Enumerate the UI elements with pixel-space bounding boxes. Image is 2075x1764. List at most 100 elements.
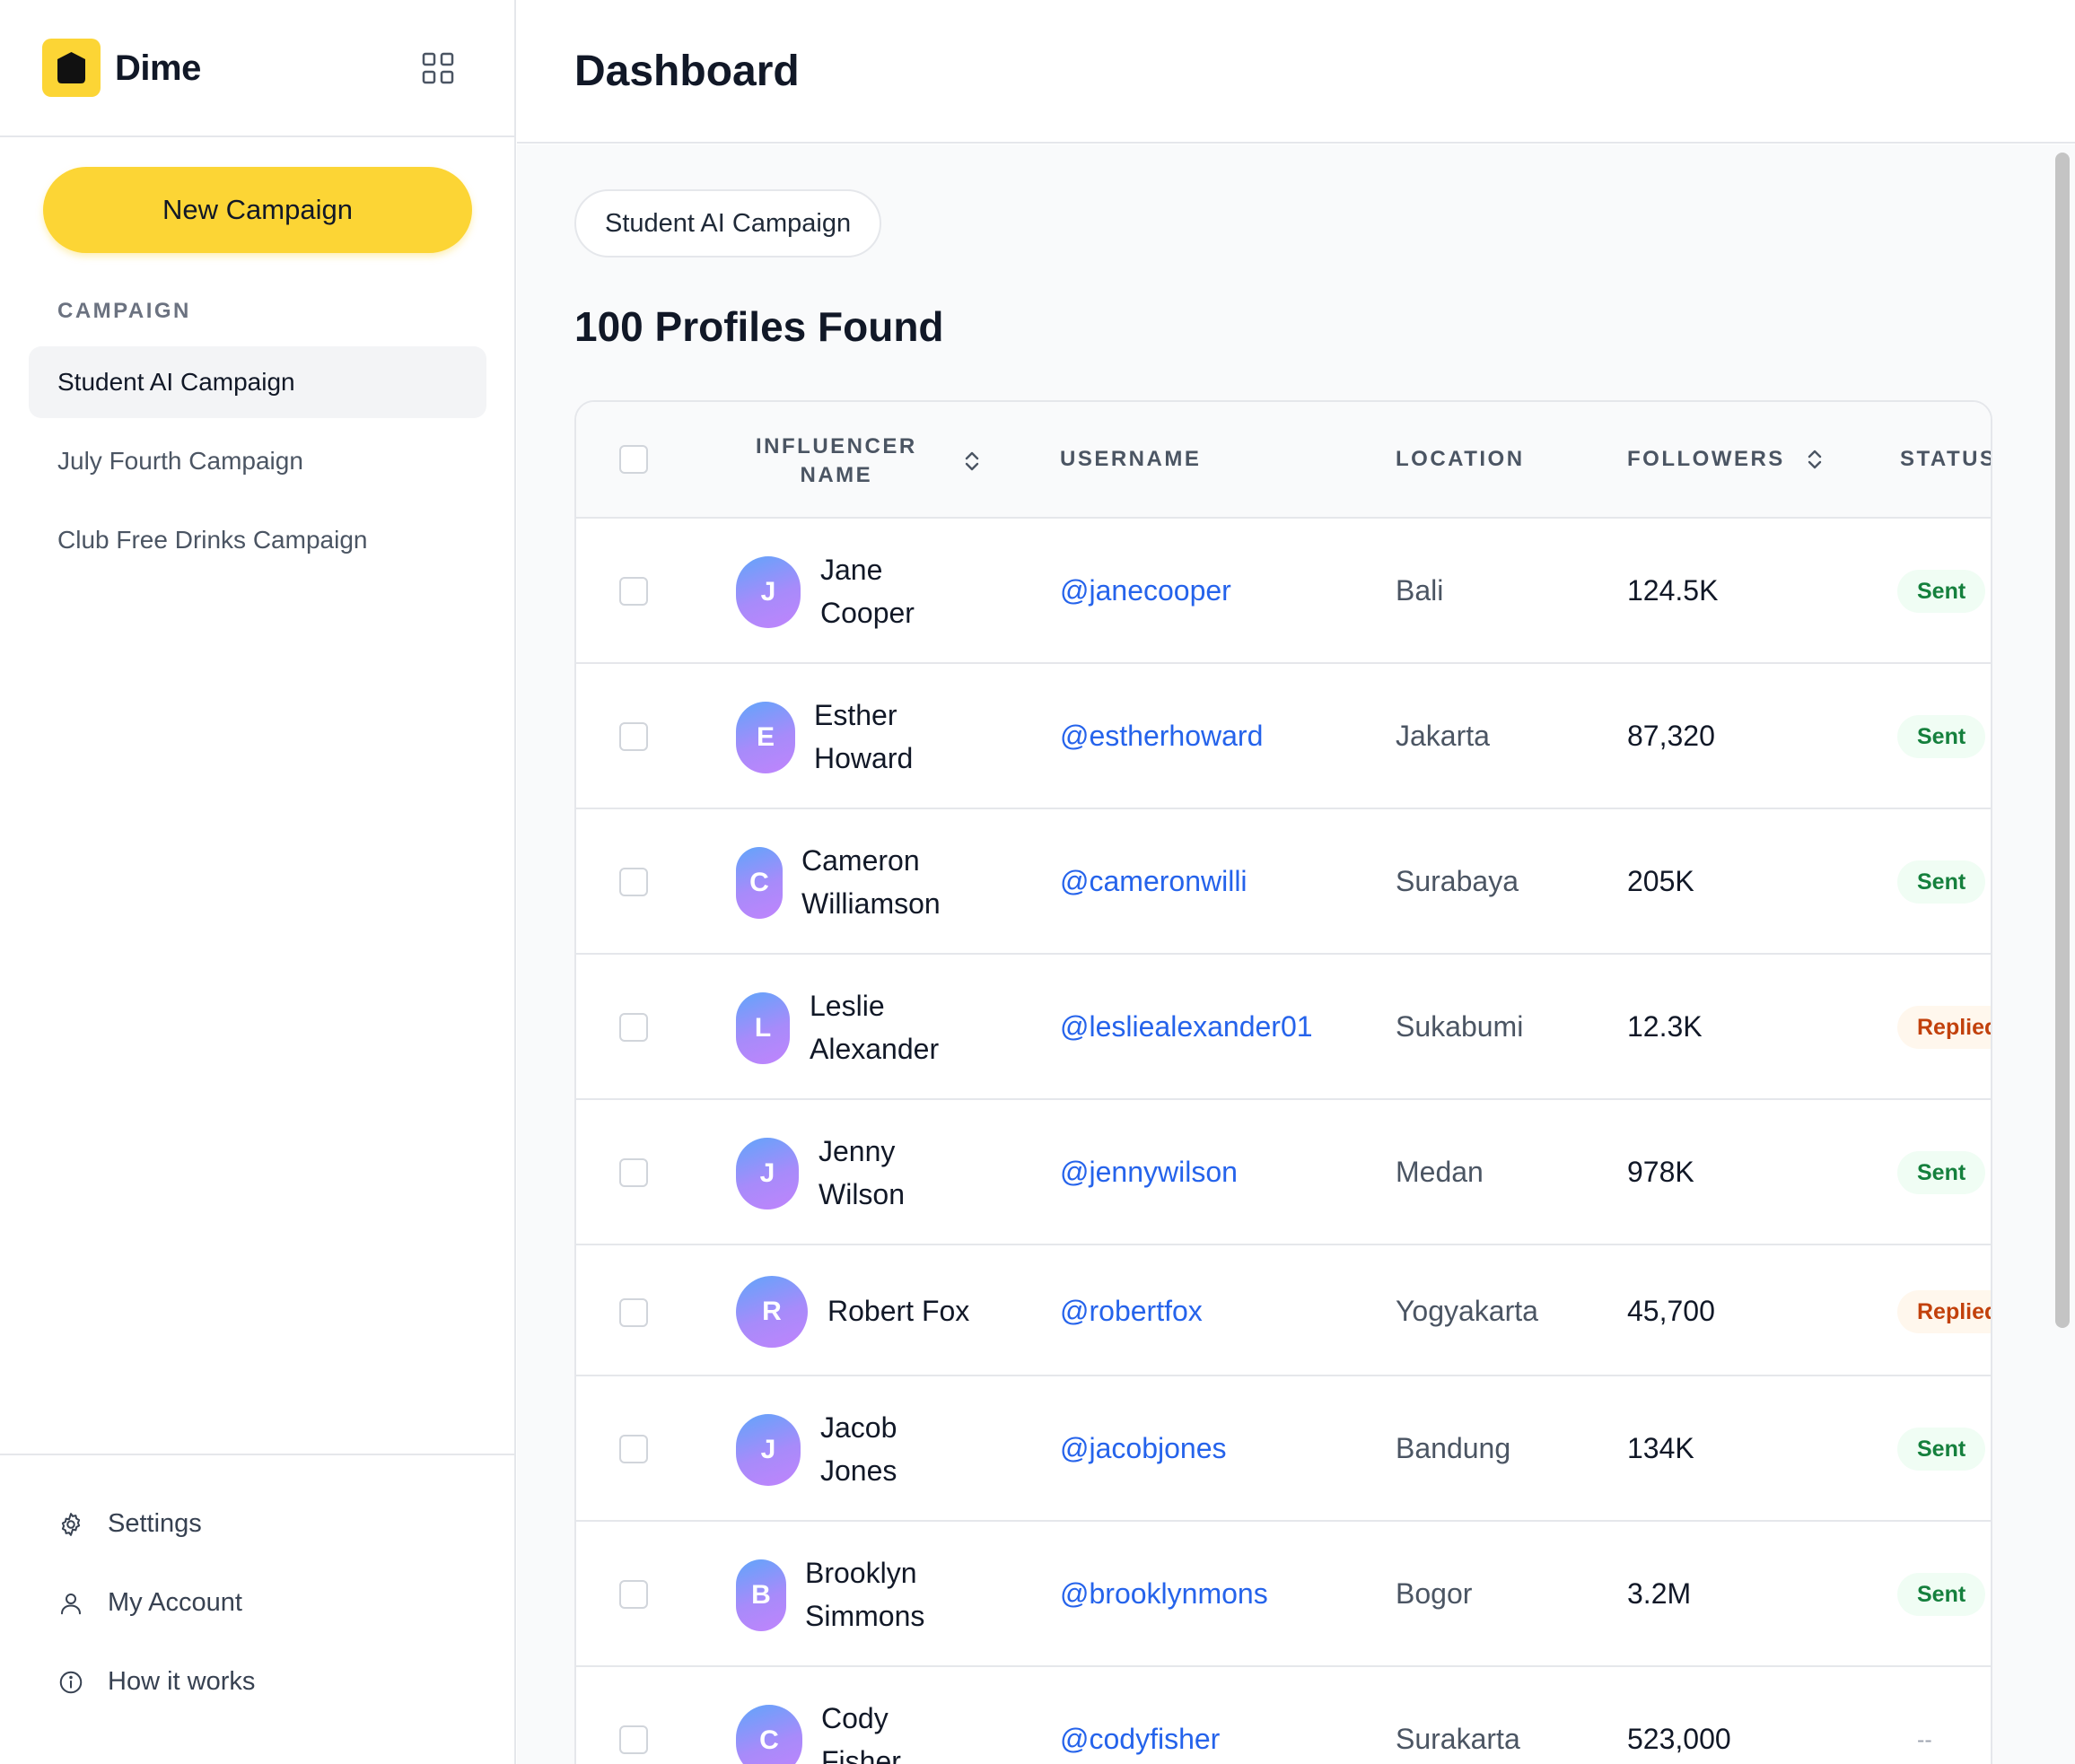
- my-account-link[interactable]: My Account: [57, 1588, 242, 1618]
- location: Bandung: [1396, 1432, 1511, 1464]
- sidebar-item-student-ai-campaign[interactable]: Student AI Campaign: [29, 346, 486, 418]
- status-badge: --: [1917, 1726, 1932, 1752]
- row-checkbox[interactable]: [619, 722, 648, 751]
- avatar: R: [736, 1276, 808, 1348]
- influencer-first-name: Jane: [820, 554, 883, 586]
- influencer-last-name: Fisher: [821, 1745, 901, 1764]
- location: Surakarta: [1396, 1723, 1520, 1755]
- username-link[interactable]: @codyfisher: [1060, 1723, 1220, 1756]
- scrollbar-thumb[interactable]: [2055, 153, 2070, 1328]
- followers-count: 3.2M: [1627, 1577, 1692, 1610]
- sidebar-item-july-fourth-campaign[interactable]: July Fourth Campaign: [29, 425, 486, 497]
- select-all-checkbox[interactable]: [619, 445, 648, 474]
- column-influencer-name-line1: INFLUENCER: [756, 434, 917, 458]
- user-icon: [61, 1593, 81, 1614]
- username-link[interactable]: @lesliealexander01: [1060, 1010, 1313, 1044]
- table-row[interactable]: C Cameron Williamson @cameronwilli Surab…: [576, 809, 1991, 955]
- row-checkbox[interactable]: [619, 1725, 648, 1754]
- new-campaign-button[interactable]: New Campaign: [43, 167, 472, 253]
- table-row[interactable]: R Robert Fox @robertfox Yogyakarta 45,70…: [576, 1245, 1991, 1376]
- status-badge: Sent: [1897, 1151, 1986, 1194]
- status-badge: Sent: [1897, 1573, 1986, 1616]
- avatar: L: [736, 992, 790, 1064]
- influencer-name[interactable]: Jenny Wilson: [819, 1130, 905, 1216]
- column-followers[interactable]: FOLLOWERS: [1627, 447, 1825, 472]
- column-location: LOCATION: [1396, 447, 1525, 471]
- username-link[interactable]: @estherhoward: [1060, 720, 1263, 753]
- column-username: USERNAME: [1060, 447, 1202, 471]
- row-checkbox[interactable]: [619, 577, 648, 606]
- sort-icon[interactable]: [1805, 448, 1825, 471]
- status-badge: Replied: [1897, 1006, 1991, 1049]
- status-badge: Sent: [1897, 570, 1986, 613]
- username-link[interactable]: @janecooper: [1060, 574, 1231, 607]
- location: Bogor: [1396, 1577, 1473, 1610]
- influencer-first-name: Jacob: [820, 1411, 897, 1444]
- influencer-name[interactable]: Cameron Williamson: [801, 839, 941, 925]
- row-checkbox[interactable]: [619, 1158, 648, 1187]
- influencer-last-name: Simmons: [805, 1600, 925, 1632]
- row-checkbox[interactable]: [619, 1580, 648, 1609]
- settings-label: Settings: [108, 1509, 202, 1538]
- avatar: J: [736, 1414, 801, 1486]
- how-it-works-label: How it works: [108, 1667, 256, 1696]
- how-it-works-link[interactable]: How it works: [57, 1667, 255, 1697]
- campaign-chip[interactable]: Student AI Campaign: [574, 189, 882, 258]
- table-row[interactable]: B Brooklyn Simmons @brooklynmons Bogor 3…: [576, 1522, 1991, 1667]
- page-title: Dashboard: [574, 48, 800, 95]
- username-link[interactable]: @brooklynmons: [1060, 1577, 1268, 1611]
- grid-icon[interactable]: [422, 52, 454, 84]
- username-link[interactable]: @robertfox: [1060, 1295, 1203, 1328]
- table-row[interactable]: E Esther Howard @estherhoward Jakarta 87…: [576, 664, 1991, 809]
- table-row[interactable]: J Jacob Jones @jacobjones Bandung 134K S…: [576, 1376, 1991, 1522]
- avatar: B: [736, 1559, 786, 1631]
- influencer-last-name: Wilson: [819, 1178, 906, 1210]
- column-influencer-name-line2: NAME: [800, 463, 873, 487]
- table-row[interactable]: J Jane Cooper @janecooper Bali 124.5K Se…: [576, 519, 1991, 664]
- influencer-first-name: Brooklyn: [805, 1557, 917, 1589]
- influencer-name[interactable]: Leslie Alexander: [810, 984, 939, 1070]
- table-row[interactable]: J Jenny Wilson @jennywilson Medan 978K S…: [576, 1100, 1991, 1245]
- influencer-name[interactable]: Robert Fox: [827, 1289, 969, 1332]
- sidebar: Dime New Campaign CAMPAIGN Student AI Ca…: [0, 0, 516, 1764]
- table-row[interactable]: C Cody Fisher @codyfisher Surakarta 523,…: [576, 1667, 1991, 1764]
- row-checkbox[interactable]: [619, 1298, 648, 1327]
- influencer-name[interactable]: Cody Fisher: [821, 1697, 901, 1764]
- influencer-name[interactable]: Esther Howard: [814, 694, 913, 780]
- influencer-first-name: Esther: [814, 699, 897, 731]
- followers-count: 523,000: [1627, 1723, 1731, 1755]
- sort-icon[interactable]: [962, 450, 982, 473]
- location: Yogyakarta: [1396, 1295, 1538, 1327]
- location: Surabaya: [1396, 865, 1519, 897]
- influencer-last-name: Alexander: [810, 1033, 940, 1065]
- username-link[interactable]: @jennywilson: [1060, 1156, 1238, 1189]
- row-checkbox[interactable]: [619, 1435, 648, 1463]
- campaign-section-label: CAMPAIGN: [57, 299, 191, 323]
- column-influencer-name[interactable]: INFLUENCER NAME: [756, 432, 982, 490]
- influencer-first-name: Cody: [821, 1702, 889, 1734]
- status-badge: Sent: [1897, 860, 1986, 904]
- sidebar-footer: Settings My Account How it works: [0, 1454, 514, 1764]
- followers-count: 12.3K: [1627, 1010, 1703, 1043]
- avatar: J: [736, 1138, 799, 1209]
- location: Jakarta: [1396, 720, 1490, 752]
- table-header: INFLUENCER NAME USERNAME LOCATION FOLLOW…: [576, 402, 1991, 519]
- followers-count: 87,320: [1627, 720, 1715, 752]
- username-link[interactable]: @cameronwilli: [1060, 865, 1248, 898]
- followers-count: 978K: [1627, 1156, 1694, 1188]
- sidebar-item-club-free-drinks-campaign[interactable]: Club Free Drinks Campaign: [29, 504, 486, 576]
- table-row[interactable]: L Leslie Alexander @lesliealexander01 Su…: [576, 955, 1991, 1100]
- status-badge: Sent: [1897, 715, 1986, 758]
- row-checkbox[interactable]: [619, 868, 648, 896]
- location: Medan: [1396, 1156, 1484, 1188]
- row-checkbox[interactable]: [619, 1013, 648, 1042]
- settings-link[interactable]: Settings: [57, 1509, 202, 1539]
- influencer-last-name: Williamson: [801, 887, 941, 920]
- username-link[interactable]: @jacobjones: [1060, 1432, 1226, 1465]
- influencer-name[interactable]: Jacob Jones: [820, 1406, 897, 1492]
- avatar: J: [736, 556, 801, 628]
- influencer-name[interactable]: Brooklyn Simmons: [805, 1551, 924, 1637]
- followers-count: 134K: [1627, 1432, 1694, 1464]
- influencer-name[interactable]: Jane Cooper: [820, 548, 915, 634]
- sidebar-header: Dime: [0, 0, 514, 137]
